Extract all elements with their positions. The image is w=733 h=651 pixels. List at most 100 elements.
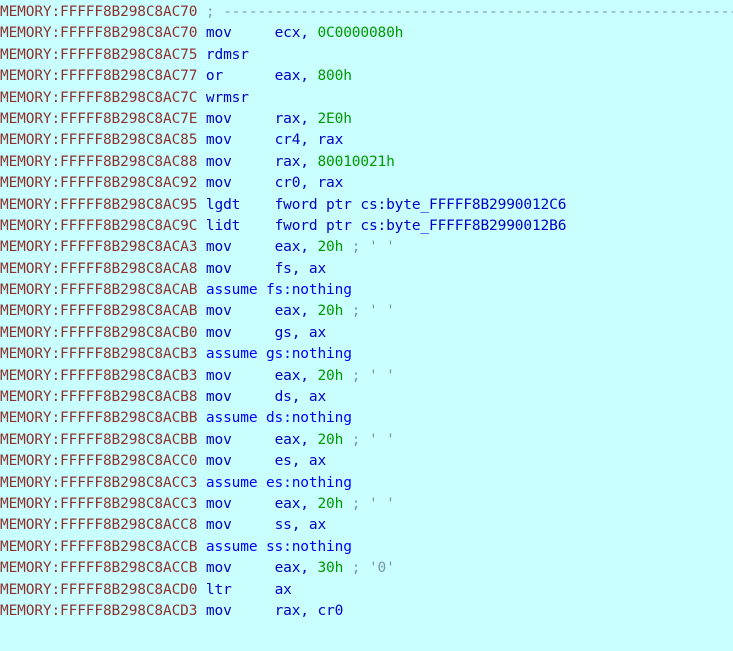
disassembly-line[interactable]: MEMORY:FFFFF8B298C8ACD0 ltr ax [0,580,733,601]
disassembly-line[interactable]: MEMORY:FFFFF8B298C8ACC3 mov eax, 20h ; '… [0,494,733,515]
disassembly-line[interactable]: MEMORY:FFFFF8B298C8ACCB assume ss:nothin… [0,537,733,558]
instruction-operands[interactable]: rax, [275,154,318,170]
numeric-literal[interactable]: 20h [317,239,343,255]
instruction-operands[interactable]: ds, ax [275,389,327,405]
disassembly-line[interactable]: MEMORY:FFFFF8B298C8AC77 or eax, 800h [0,66,733,87]
segment-address-label: MEMORY:FFFFF8B298C8ACD0 [0,581,206,598]
segment-address-label: MEMORY:FFFFF8B298C8ACC3 [0,495,206,512]
disassembly-line[interactable]: MEMORY:FFFFF8B298C8AC9C lidt fword ptr c… [0,216,733,237]
instruction-operands[interactable]: fword ptr cs:byte_FFFFF8B2990012B6 [275,218,567,234]
inline-comment: ; ' ' [343,239,395,256]
numeric-literal[interactable]: 20h [317,303,343,319]
segment-address-label: MEMORY:FFFFF8B298C8AC85 [0,132,206,149]
disassembly-line[interactable]: MEMORY:FFFFF8B298C8ACAB assume fs:nothin… [0,280,733,301]
disassembly-line[interactable]: MEMORY:FFFFF8B298C8ACAB mov eax, 20h ; '… [0,301,733,322]
segment-address-label: MEMORY:FFFFF8B298C8ACB8 [0,389,206,406]
disassembly-line[interactable]: MEMORY:FFFFF8B298C8ACB0 mov gs, ax [0,323,733,344]
disassembly-listing-view[interactable]: MEMORY:FFFFF8B298C8AC70 ; --------------… [0,0,733,651]
instruction-mnemonic: mov [205,260,275,277]
numeric-literal[interactable]: 2E0h [317,111,351,127]
disassembly-line[interactable]: MEMORY:FFFFF8B298C8AC92 mov cr0, rax [0,173,733,194]
disassembly-line[interactable]: MEMORY:FFFFF8B298C8ACA3 mov eax, 20h ; '… [0,237,733,258]
instruction-operands[interactable]: eax, [275,68,318,84]
instruction-operands[interactable]: ecx, [275,25,318,41]
instruction-mnemonic: mov [205,453,275,470]
segment-address-label: MEMORY:FFFFF8B298C8ACB3 [0,367,206,384]
segment-address-label: MEMORY:FFFFF8B298C8ACCB [0,538,206,555]
instruction-mnemonic: mov [205,239,275,256]
disassembly-line[interactable]: MEMORY:FFFFF8B298C8AC85 mov cr4, rax [0,130,733,151]
segment-address-label: MEMORY:FFFFF8B298C8ACAB [0,282,206,299]
segment-address-label: MEMORY:FFFFF8B298C8ACCB [0,560,206,577]
instruction-operands[interactable]: fs, ax [275,261,327,277]
instruction-operands[interactable]: ss, ax [275,517,327,533]
disassembly-line[interactable]: MEMORY:FFFFF8B298C8ACB3 assume gs:nothin… [0,344,733,365]
segment-address-label: MEMORY:FFFFF8B298C8ACBB [0,410,206,427]
numeric-literal[interactable]: 80010021h [317,154,394,170]
disassembly-line[interactable]: MEMORY:FFFFF8B298C8ACB8 mov ds, ax [0,387,733,408]
instruction-operands[interactable]: fword ptr cs:byte_FFFFF8B2990012C6 [275,197,567,213]
inline-comment: ; ' ' [343,303,395,320]
disassembly-line[interactable]: MEMORY:FFFFF8B298C8AC88 mov rax, 8001002… [0,152,733,173]
numeric-literal[interactable]: 20h [317,432,343,448]
instruction-operands[interactable]: ax [275,582,292,598]
instruction-operands[interactable]: es, ax [275,453,327,469]
numeric-literal[interactable]: 20h [317,496,343,512]
disassembly-line[interactable]: MEMORY:FFFFF8B298C8ACB3 mov eax, 20h ; '… [0,366,733,387]
instruction-operands[interactable]: gs, ax [275,325,327,341]
numeric-literal[interactable]: 20h [317,368,343,384]
numeric-literal[interactable]: 30h [317,560,343,576]
instruction-operands[interactable]: eax, [275,239,318,255]
instruction-operands[interactable]: eax, [275,432,318,448]
instruction-operands[interactable]: rax, [275,111,318,127]
assume-directive: assume ss:nothing [205,538,352,555]
inline-comment: ; ' ' [343,367,395,384]
instruction-operands[interactable]: eax, [275,303,318,319]
segment-address-label: MEMORY:FFFFF8B298C8ACD3 [0,602,206,619]
assume-directive: assume fs:nothing [205,282,352,299]
instruction-operands[interactable]: cr0, rax [275,175,344,191]
instruction-mnemonic: mov [205,367,275,384]
segment-address-label: MEMORY:FFFFF8B298C8AC9C [0,217,206,234]
disassembly-line[interactable]: MEMORY:FFFFF8B298C8ACBB mov eax, 20h ; '… [0,430,733,451]
segment-address-label: MEMORY:FFFFF8B298C8AC95 [0,196,206,213]
segment-address-label: MEMORY:FFFFF8B298C8AC70 [0,4,206,20]
disassembly-line[interactable]: MEMORY:FFFFF8B298C8AC7E mov rax, 2E0h [0,109,733,130]
instruction-operands[interactable]: cr4, rax [275,132,344,148]
disassembly-line[interactable]: MEMORY:FFFFF8B298C8AC70 mov ecx, 0C00000… [0,23,733,44]
disassembly-line[interactable]: MEMORY:FFFFF8B298C8ACD3 mov rax, cr0 [0,601,733,622]
assume-directive: assume gs:nothing [205,346,352,363]
disassembly-line[interactable]: MEMORY:FFFFF8B298C8AC75 rdmsr [0,45,733,66]
instruction-mnemonic: mov [205,132,275,149]
disassembly-line[interactable]: MEMORY:FFFFF8B298C8AC7C wrmsr [0,88,733,109]
disassembly-line[interactable]: MEMORY:FFFFF8B298C8ACC0 mov es, ax [0,451,733,472]
disassembly-line[interactable]: MEMORY:FFFFF8B298C8ACA8 mov fs, ax [0,259,733,280]
disassembly-line[interactable]: MEMORY:FFFFF8B298C8ACCB mov eax, 30h ; '… [0,558,733,579]
numeric-literal[interactable]: 0C0000080h [317,25,403,41]
assume-directive: assume ds:nothing [205,410,352,427]
instruction-operands[interactable]: eax, [275,560,318,576]
segment-address-label: MEMORY:FFFFF8B298C8AC7C [0,89,206,106]
segment-address-label: MEMORY:FFFFF8B298C8ACB3 [0,346,206,363]
instruction-mnemonic: mov [205,517,275,534]
segment-address-label: MEMORY:FFFFF8B298C8ACC0 [0,453,206,470]
instruction-operands[interactable]: rax, cr0 [275,603,344,619]
segment-address-label: MEMORY:FFFFF8B298C8AC70 [0,25,206,42]
segment-address-label: MEMORY:FFFFF8B298C8AC77 [0,68,206,85]
instruction-operands[interactable]: eax, [275,496,318,512]
segment-address-label: MEMORY:FFFFF8B298C8ACAB [0,303,206,320]
instruction-mnemonic: mov [205,431,275,448]
disassembly-line[interactable]: MEMORY:FFFFF8B298C8ACC3 assume es:nothin… [0,473,733,494]
disassembly-line[interactable]: MEMORY:FFFFF8B298C8ACC8 mov ss, ax [0,515,733,536]
inline-comment: ; ' ' [343,431,395,448]
disassembly-line[interactable]: MEMORY:FFFFF8B298C8AC70 ; --------------… [0,2,733,23]
instruction-operands[interactable]: eax, [275,368,318,384]
instruction-mnemonic: mov [205,602,275,619]
disassembly-line[interactable]: MEMORY:FFFFF8B298C8AC95 lgdt fword ptr c… [0,195,733,216]
numeric-literal[interactable]: 800h [317,68,351,84]
disassembly-line[interactable]: MEMORY:FFFFF8B298C8ACBB assume ds:nothin… [0,408,733,429]
segment-address-label: MEMORY:FFFFF8B298C8ACB0 [0,324,206,341]
segment-address-label: MEMORY:FFFFF8B298C8ACA3 [0,239,206,256]
instruction-mnemonic: mov [205,560,275,577]
inline-comment: ; '0' [343,560,395,577]
